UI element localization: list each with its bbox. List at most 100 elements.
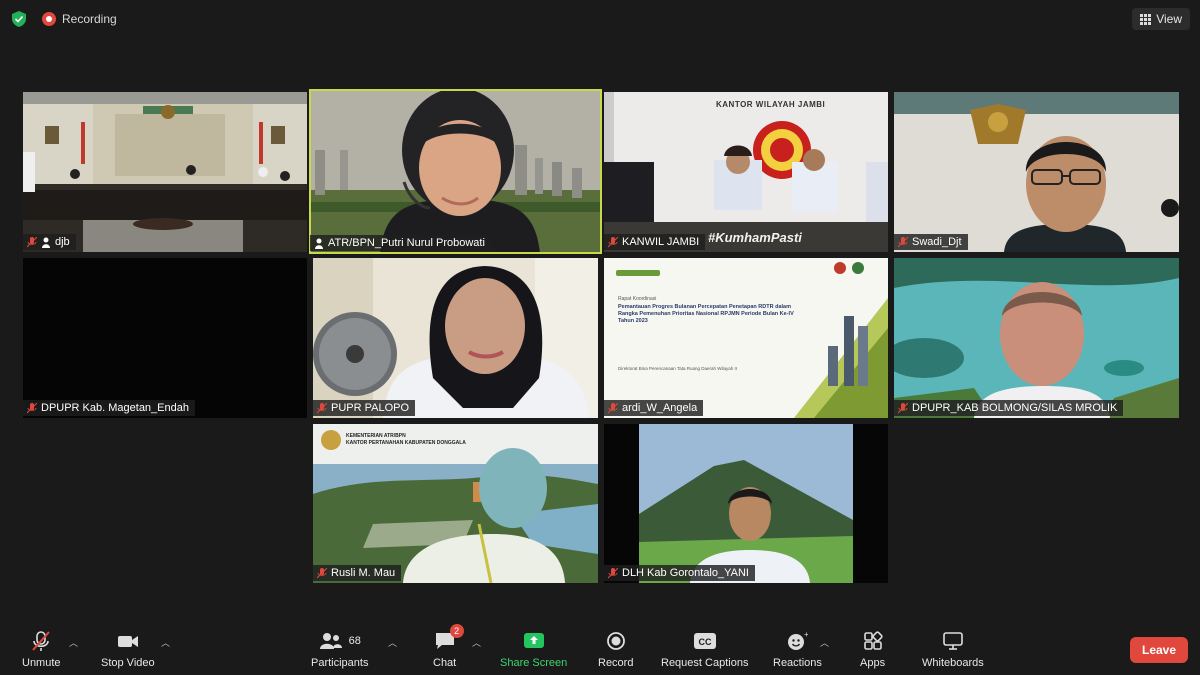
video-tile-dlh-gorontalo[interactable]: DLH Kab Gorontalo_YANI	[604, 424, 888, 583]
video-tile-putri[interactable]: ATR/BPN_Putri Nurul Probowati	[309, 89, 602, 254]
chat-options-caret-icon[interactable]: ︿	[472, 636, 481, 649]
participant-name-bar: DLH Kab Gorontalo_YANI	[604, 565, 755, 581]
office-video	[604, 92, 888, 252]
svg-text:+: +	[804, 630, 808, 639]
stop-video-button[interactable]: Stop Video	[101, 630, 155, 669]
speaker-video	[310, 90, 601, 253]
reactions-label: Reactions	[773, 657, 822, 669]
whiteboards-button[interactable]: Whiteboards	[922, 630, 984, 669]
virtual-background-video	[604, 424, 888, 583]
svg-text:CC: CC	[698, 637, 711, 647]
request-captions-button[interactable]: CC Request Captions	[661, 630, 748, 669]
chat-icon: 2	[434, 624, 464, 652]
participant-name: DPUPR_KAB BOLMONG/SILAS MROLIK	[912, 402, 1118, 414]
participant-name-bar: djb	[23, 234, 76, 250]
video-tile-magetan[interactable]: DPUPR Kab. Magetan_Endah	[23, 258, 307, 418]
conference-room-video	[23, 92, 307, 252]
participants-icon: 68	[319, 630, 361, 652]
mic-muted-icon	[317, 402, 327, 414]
grid-view-icon	[1140, 13, 1152, 25]
video-tile-kanwil-jambi[interactable]: KANTOR WILAYAH JAMBI #KumhamPasti KANWIL…	[604, 92, 888, 252]
participant-name: DLH Kab Gorontalo_YANI	[622, 567, 749, 579]
audio-options-caret-icon[interactable]: ︿	[69, 636, 78, 649]
recording-label: Recording	[62, 12, 117, 26]
leave-button[interactable]: Leave	[1130, 637, 1188, 663]
participant-name-bar: DPUPR_KAB BOLMONG/SILAS MROLIK	[894, 400, 1124, 416]
participant-name: PUPR PALOPO	[331, 402, 410, 414]
mic-muted-icon	[608, 402, 618, 414]
mic-muted-icon	[317, 567, 327, 579]
participant-name: Rusli M. Mau	[331, 567, 396, 579]
participants-label: Participants	[311, 657, 369, 669]
chat-label: Chat	[433, 657, 457, 669]
participant-name-bar: ATR/BPN_Putri Nurul Probowati	[310, 235, 491, 251]
chat-unread-badge: 2	[449, 624, 464, 638]
view-button[interactable]: View	[1132, 8, 1190, 30]
speaker-video	[313, 258, 598, 418]
participant-name-bar: ardi_W_Angela	[604, 400, 704, 416]
video-tile-pupr-palopo[interactable]: PUPR PALOPO	[313, 258, 598, 418]
unmute-label: Unmute	[22, 657, 61, 669]
share-screen-button[interactable]: Share Screen	[500, 630, 567, 669]
virtual-background-video	[313, 424, 598, 583]
participant-name-bar: Rusli M. Mau	[313, 565, 402, 581]
unmute-button[interactable]: Unmute	[22, 630, 61, 669]
video-tile-slide-presentation[interactable]: Rapat Koordinasi Pemantauan Progres Bula…	[604, 258, 888, 418]
video-options-caret-icon[interactable]: ︿	[161, 636, 170, 649]
meeting-toolbar: Unmute ︿ Stop Video ︿ 68 Participants ︿ …	[0, 620, 1200, 675]
virtual-bg-header-line2: KANTOR PERTANAHAN KABUPATEN DONGGALA	[346, 440, 466, 446]
reactions-button[interactable]: + Reactions	[773, 630, 822, 669]
video-tile-swadi[interactable]: Swadi_Djt	[894, 92, 1179, 252]
smiley-plus-icon: +	[786, 630, 808, 652]
participant-name: djb	[55, 236, 70, 248]
stop-video-label: Stop Video	[101, 657, 155, 669]
participants-options-caret-icon[interactable]: ︿	[388, 636, 397, 649]
mic-muted-icon	[30, 630, 52, 652]
speaker-video	[894, 258, 1179, 418]
virtual-bg-header-line1: KEMENTERIAN ATR/BPN	[346, 433, 406, 439]
person-icon	[314, 238, 324, 249]
mic-muted-icon	[898, 236, 908, 248]
banner-text: KANTOR WILAYAH JAMBI	[716, 100, 826, 109]
participant-name: ardi_W_Angela	[622, 402, 698, 414]
video-tile-rusli[interactable]: KEMENTERIAN ATR/BPN KANTOR PERTANAHAN KA…	[313, 424, 598, 583]
mic-muted-icon	[27, 402, 37, 414]
record-button[interactable]: Record	[598, 630, 633, 669]
participant-name: ATR/BPN_Putri Nurul Probowati	[328, 237, 485, 249]
participant-name: KANWIL JAMBI	[622, 236, 700, 248]
share-screen-label: Share Screen	[500, 657, 568, 669]
speaker-video	[894, 92, 1179, 252]
top-bar: Recording View	[0, 0, 1200, 38]
whiteboards-label: Whiteboards	[922, 657, 984, 669]
participant-name-bar: DPUPR Kab. Magetan_Endah	[23, 400, 195, 416]
mic-muted-icon	[27, 236, 37, 248]
video-tile-djb[interactable]: djb	[23, 92, 307, 252]
security-shield-icon[interactable]	[12, 11, 26, 27]
record-icon	[606, 630, 626, 652]
record-label: Record	[598, 657, 634, 669]
presentation-slide-video	[604, 258, 888, 418]
slide-footer: Direktorat Bina Perencanaan Tata Ruang D…	[618, 366, 737, 371]
slide-kicker: Rapat Koordinasi	[618, 296, 657, 302]
mic-muted-icon	[608, 236, 618, 248]
closed-captions-icon: CC	[693, 630, 717, 652]
mic-muted-icon	[608, 567, 618, 579]
person-icon	[41, 237, 51, 248]
apps-label: Apps	[860, 657, 886, 669]
whiteboard-icon	[942, 630, 964, 652]
mic-muted-icon	[898, 402, 908, 414]
view-label: View	[1156, 12, 1182, 26]
apps-button[interactable]: Apps	[860, 630, 885, 669]
participants-button[interactable]: 68 Participants	[311, 630, 368, 669]
video-camera-icon	[116, 630, 140, 652]
video-tile-bolmong[interactable]: DPUPR_KAB BOLMONG/SILAS MROLIK	[894, 258, 1179, 418]
participant-name-bar: Swadi_Djt	[894, 234, 968, 250]
recording-icon	[42, 12, 56, 26]
chat-button[interactable]: 2 Chat	[433, 624, 464, 669]
participant-name-bar: KANWIL JAMBI	[604, 234, 706, 250]
request-captions-label: Request Captions	[661, 657, 749, 669]
participant-name: Swadi_Djt	[912, 236, 962, 248]
reactions-options-caret-icon[interactable]: ︿	[820, 636, 829, 649]
participants-count: 68	[348, 635, 361, 647]
share-screen-icon	[522, 630, 546, 652]
